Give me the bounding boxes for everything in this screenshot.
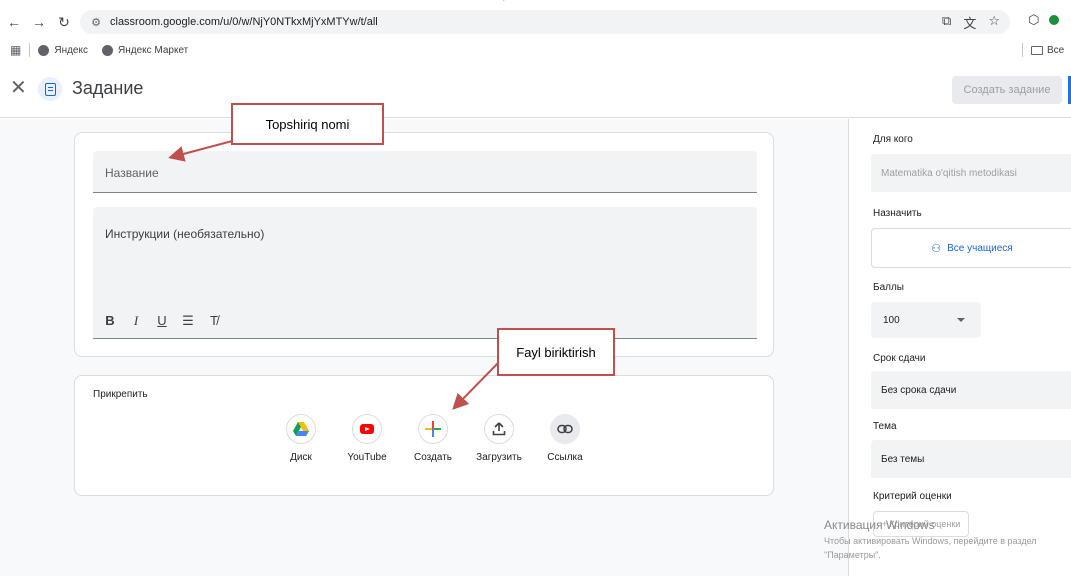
for-label: Для кого (873, 134, 913, 145)
settings-sidebar: Для кого Matematika o'qitish metodikasi … (848, 119, 1071, 576)
assign-value: Все учащиеся (947, 242, 1013, 254)
attach-item-label: YouTube (347, 452, 387, 463)
due-label: Срок сдачи (873, 353, 926, 364)
cast-icon[interactable]: ⧉ (942, 13, 951, 32)
title-annotation: Topshiriq nomi (231, 103, 384, 145)
site-settings-icon[interactable]: ⚙ (88, 14, 104, 30)
globe-icon (101, 44, 113, 56)
topic-label: Тема (873, 421, 897, 432)
create-assignment-button[interactable]: Создать задание (952, 76, 1062, 104)
attach-link-button[interactable]: Ссылка (541, 414, 589, 463)
bookmark-yandex[interactable]: Яндекс (38, 44, 88, 56)
main-content: Название Инструкции (необязательно) B I … (0, 119, 848, 576)
bookmark-yandex-market[interactable]: Яндекс Маркет (101, 44, 189, 56)
bookmark-label: Яндекс Маркет (117, 44, 189, 56)
create-plus-icon (418, 414, 448, 444)
back-arrow-icon[interactable]: ← (3, 11, 25, 33)
bulleted-list-button[interactable]: ☰ (181, 313, 195, 329)
url-text: classroom.google.com/u/0/w/NjY0NTkxMjYxM… (110, 16, 378, 28)
points-value: 100 (883, 314, 900, 326)
app-header: ✕ Задание Создать задание (0, 62, 1071, 118)
bookmarks-divider (1022, 43, 1023, 57)
clear-formatting-button[interactable]: T̸ (207, 313, 221, 329)
activation-watermark-text: Чтобы активировать Windows, перейдите в … (824, 536, 1037, 546)
due-value: Без срока сдачи (881, 384, 957, 396)
bookmark-star-icon[interactable]: ☆ (988, 13, 1000, 32)
class-select[interactable]: Matematika o'qitish metodikasi (871, 154, 1071, 192)
attach-card: Прикрепить Диск YouTube Создать Загрузит… (74, 375, 774, 496)
instructions-placeholder: Инструкции (необязательно) (105, 227, 265, 241)
attach-drive-button[interactable]: Диск (277, 414, 325, 463)
formatting-toolbar: B I U ☰ T̸ (103, 313, 221, 329)
italic-button[interactable]: I (129, 313, 143, 329)
translate-icon[interactable]: 文 (963, 13, 976, 32)
google-drive-icon (286, 414, 316, 444)
assignment-details-card: Название Инструкции (необязательно) B I … (74, 132, 774, 357)
activation-watermark-title: Активация Windows (824, 518, 935, 532)
globe-icon (38, 44, 50, 56)
title-input[interactable]: Название (93, 151, 757, 193)
attach-upload-button[interactable]: Загрузить (475, 414, 523, 463)
forward-arrow-icon[interactable]: → (28, 11, 50, 33)
due-date-select[interactable]: Без срока сдачи (871, 371, 1071, 409)
bookmark-label: Яндекс (54, 44, 88, 56)
assign-students-button[interactable]: ⚇ Все учащиеся (871, 228, 1071, 268)
title-placeholder: Название (105, 166, 159, 180)
browser-toolbar: ← → ↻ ⚙ classroom.google.com/u/0/w/NjY0N… (0, 6, 1071, 38)
chevron-down-icon (957, 318, 965, 322)
all-bookmarks-label[interactable]: Все (1047, 45, 1064, 56)
topic-value: Без темы (881, 453, 925, 465)
attach-options: Диск YouTube Создать Загрузить Ссылка (277, 414, 589, 463)
attach-item-label: Диск (290, 452, 312, 463)
close-icon[interactable]: ✕ (10, 78, 27, 98)
attach-item-label: Ссылка (547, 452, 583, 463)
apps-grid-icon[interactable]: ▦ (10, 43, 21, 57)
bookmarks-divider (29, 43, 31, 57)
reload-icon[interactable]: ↻ (53, 11, 75, 33)
folder-icon (1031, 45, 1043, 55)
attach-create-button[interactable]: Создать (409, 414, 457, 463)
link-icon (550, 414, 580, 444)
attach-label: Прикрепить (93, 389, 148, 400)
address-bar[interactable]: ⚙ classroom.google.com/u/0/w/NjY0NTkxMjY… (80, 10, 1010, 34)
bold-button[interactable]: B (103, 313, 117, 329)
upload-icon (484, 414, 514, 444)
attach-youtube-button[interactable]: YouTube (343, 414, 391, 463)
points-label: Баллы (873, 282, 904, 293)
points-select[interactable]: 100 (871, 302, 981, 338)
attach-item-label: Создать (413, 452, 452, 463)
people-icon: ⚇ (931, 242, 942, 255)
assignment-icon (38, 77, 62, 101)
youtube-icon (352, 414, 382, 444)
activation-watermark-text: "Параметры". (824, 550, 881, 560)
underline-button[interactable]: U (155, 313, 169, 329)
rubric-label: Критерий оценки (873, 491, 952, 502)
topic-select[interactable]: Без темы (871, 440, 1071, 478)
class-value: Matematika o'qitish metodikasi (881, 167, 1017, 179)
page-title: Задание (72, 78, 144, 98)
file-annotation: Fayl biriktirish (497, 328, 615, 376)
extensions-icon[interactable]: ⬡ (1028, 12, 1039, 28)
attach-item-label: Загрузить (476, 452, 522, 463)
instructions-input[interactable]: Инструкции (необязательно) B I U ☰ T̸ (93, 207, 757, 339)
assign-label: Назначить (873, 208, 922, 219)
profile-avatar[interactable] (1049, 15, 1060, 25)
bookmarks-bar: ▦ Яндекс Яндекс Маркет Все (0, 38, 1071, 62)
